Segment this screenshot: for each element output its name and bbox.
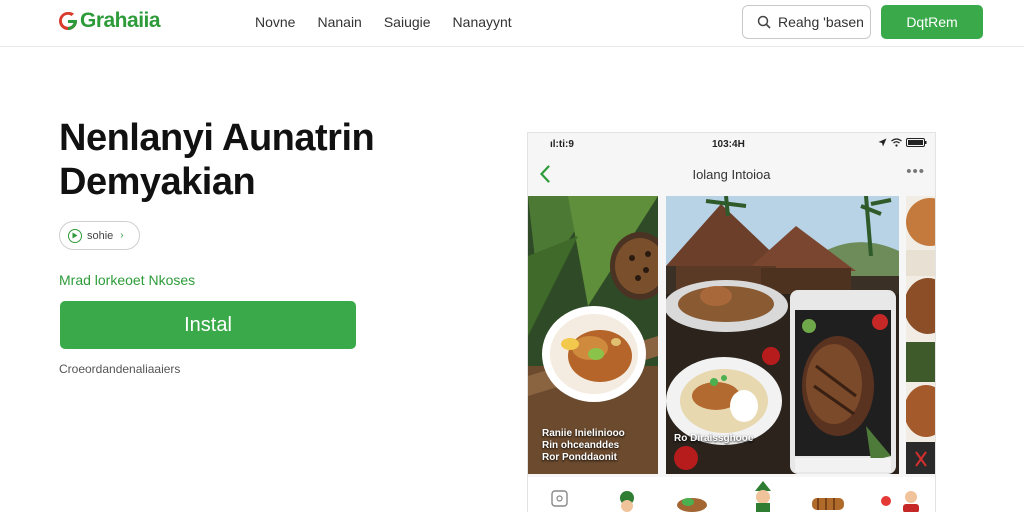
hero-link[interactable]: Mrad lorkeoet Nkoses	[59, 272, 195, 288]
food-dish-icon[interactable]	[676, 493, 708, 512]
wifi-icon	[891, 138, 902, 147]
status-time-center: 103:4H	[712, 139, 745, 150]
brand-logo[interactable]: Grahaiia	[57, 9, 161, 33]
card1-caption-line-3: Ror Ponddaonit	[542, 452, 617, 463]
search-button-label: Reahg 'basen	[778, 14, 864, 30]
card1-caption-line-2: Rin ohceanddes	[542, 440, 620, 451]
phone-screen-title: Iolang Intoioa	[692, 167, 771, 182]
chef-avatar-icon[interactable]	[614, 491, 640, 512]
play-icon	[68, 228, 82, 243]
location-arrow-icon	[878, 138, 887, 147]
nav-item-3[interactable]: Saiugie	[384, 14, 431, 30]
food-card-1-caption: Raniie Inieliniooo Rin ohceanddes Ror Po…	[542, 428, 625, 464]
status-time-left: ıl:ti:9	[550, 139, 574, 150]
battery-icon	[906, 138, 927, 147]
chevron-right-icon: ›	[120, 230, 124, 241]
share-box-icon[interactable]	[550, 487, 570, 509]
grilled-food-icon[interactable]	[810, 495, 846, 512]
phone-mockup: ıl:ti:9 103:4H Iolang Intoioa ••• Raniie…	[527, 132, 936, 512]
main-nav: Novne Nanain Saiugie Nanayynt	[255, 14, 512, 30]
hero-title-line-1: Nenlanyi Aunatrin	[59, 117, 375, 159]
nav-item-2[interactable]: Nanain	[317, 14, 361, 30]
hero-footnote: Croeordandenaliaaiers	[59, 362, 181, 376]
header-primary-button[interactable]: DqtRem	[881, 5, 983, 39]
install-button[interactable]: Instal	[60, 301, 356, 349]
top-navigation-bar: Grahaiia Novne Nanain Saiugie Nanayynt R…	[0, 0, 1024, 47]
phone-bottom-bar	[528, 477, 935, 512]
food-card-2[interactable]: Ro Diraissghooe	[666, 196, 899, 474]
badge-icon[interactable]	[880, 495, 892, 507]
nav-item-4[interactable]: Nanayynt	[453, 14, 512, 30]
status-icons	[878, 138, 927, 147]
play-pill-button[interactable]: sohie ›	[59, 221, 140, 250]
pill-label: sohie	[87, 229, 114, 242]
phone-status-bar: ıl:ti:9 103:4H	[528, 133, 935, 155]
nav-item-1[interactable]: Novne	[255, 14, 295, 30]
hero-title-line-2: Demyakian	[59, 161, 256, 203]
user-avatar-icon[interactable]	[900, 489, 922, 512]
chef-character-icon[interactable]	[748, 481, 778, 512]
brand-name: Grahaiia	[80, 9, 161, 32]
logo-mark-icon	[59, 11, 77, 31]
hero-title: Nenlanyi Aunatrin Demyakian	[59, 116, 479, 204]
food-card-1[interactable]: Raniie Inieliniooo Rin ohceanddes Ror Po…	[528, 196, 658, 474]
more-dots-icon[interactable]: •••	[906, 163, 925, 180]
phone-app-bar: Iolang Intoioa •••	[528, 155, 935, 195]
card1-caption-line-1: Raniie Inieliniooo	[542, 428, 625, 439]
food-card-3[interactable]	[906, 196, 935, 474]
search-icon	[757, 15, 771, 29]
search-button[interactable]: Reahg 'basen	[742, 5, 871, 39]
food-photo-3	[906, 196, 935, 474]
food-card-2-caption: Ro Diraissghooe	[674, 433, 754, 444]
